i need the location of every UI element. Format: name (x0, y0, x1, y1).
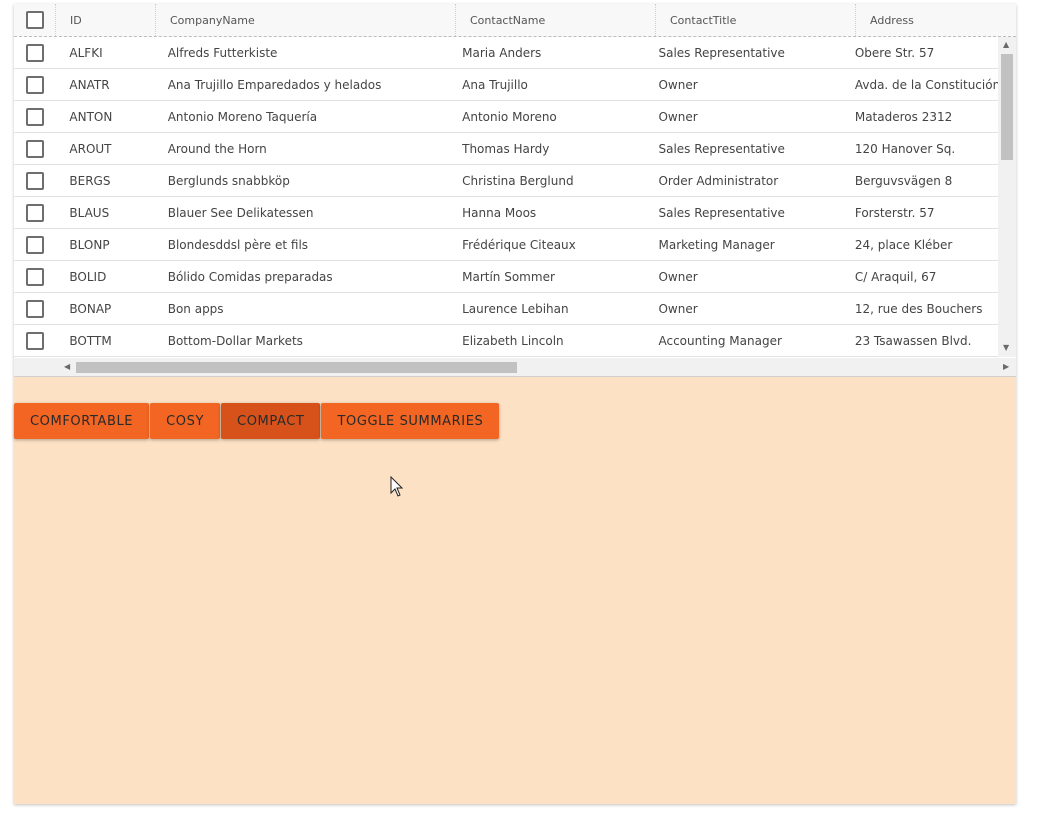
column-header-id[interactable]: ID (56, 4, 156, 36)
scroll-left-arrow-icon[interactable]: ◀ (64, 363, 70, 371)
cell-company-name[interactable]: Bon apps (154, 293, 448, 324)
cell-address[interactable]: Obere Str. 57 (841, 37, 998, 68)
row-checkbox[interactable] (26, 203, 44, 222)
cell-company-name[interactable]: Antonio Moreno Taquería (154, 101, 448, 132)
table-row[interactable]: BLONP Blondesddsl père et fils Frédériqu… (14, 229, 998, 261)
grid-header: ID CompanyName ContactName ContactTitle … (14, 4, 1016, 37)
cell-contact-title[interactable]: Sales Representative (644, 197, 840, 228)
row-checkbox[interactable] (26, 43, 44, 62)
cell-address[interactable]: 120 Hanover Sq. (841, 133, 998, 164)
cell-contact-title[interactable]: Owner (644, 101, 840, 132)
table-row[interactable]: BLAUS Blauer See Delikatessen Hanna Moos… (14, 197, 998, 229)
cell-id[interactable]: ANTON (55, 101, 153, 132)
cell-id[interactable]: BLAUS (55, 197, 153, 228)
cell-id[interactable]: ALFKI (55, 37, 153, 68)
cell-contact-name[interactable]: Thomas Hardy (448, 133, 644, 164)
cell-company-name[interactable]: Berglunds snabbköp (154, 165, 448, 196)
cell-id[interactable]: ANATR (55, 69, 153, 100)
table-row[interactable]: BERGS Berglunds snabbköp Christina Bergl… (14, 165, 998, 197)
table-row[interactable]: BOTTM Bottom-Dollar Markets Elizabeth Li… (14, 325, 998, 357)
cell-contact-name[interactable]: Elizabeth Lincoln (448, 325, 644, 356)
horizontal-scroll-thumb[interactable] (76, 362, 517, 373)
scroll-right-arrow-icon[interactable]: ▶ (1003, 363, 1009, 371)
cell-address[interactable]: 23 Tsawassen Blvd. (841, 325, 998, 356)
cell-company-name[interactable]: Ana Trujillo Emparedados y helados (154, 69, 448, 100)
select-all-checkbox[interactable] (26, 11, 44, 29)
cell-address[interactable]: C/ Araquil, 67 (841, 261, 998, 292)
grid-body: ALFKI Alfreds Futterkiste Maria Anders S… (14, 37, 998, 357)
customers-grid: ID CompanyName ContactName ContactTitle … (14, 4, 1016, 377)
cell-company-name[interactable]: Around the Horn (154, 133, 448, 164)
cell-address[interactable]: 12, rue des Bouchers (841, 293, 998, 324)
column-header-contact-title[interactable]: ContactTitle (656, 4, 856, 36)
header-select-cell (14, 4, 56, 36)
table-row[interactable]: BONAP Bon apps Laurence Lebihan Owner 12… (14, 293, 998, 325)
cell-contact-name[interactable]: Maria Anders (448, 37, 644, 68)
cell-contact-name[interactable]: Hanna Moos (448, 197, 644, 228)
cell-address[interactable]: Avda. de la Constitución (841, 69, 998, 100)
table-row[interactable]: BOLID Bólido Comidas preparadas Martín S… (14, 261, 998, 293)
row-checkbox[interactable] (26, 331, 44, 350)
table-row[interactable]: AROUT Around the Horn Thomas Hardy Sales… (14, 133, 998, 165)
row-checkbox[interactable] (26, 75, 44, 94)
column-header-contact-name[interactable]: ContactName (456, 4, 656, 36)
cell-id[interactable]: AROUT (55, 133, 153, 164)
vertical-scroll-thumb[interactable] (1001, 54, 1013, 160)
cell-company-name[interactable]: Blondesddsl père et fils (154, 229, 448, 260)
row-checkbox[interactable] (26, 107, 44, 126)
cell-address[interactable]: Berguvsvägen 8 (841, 165, 998, 196)
cell-contact-title[interactable]: Owner (644, 69, 840, 100)
cell-company-name[interactable]: Blauer See Delikatessen (154, 197, 448, 228)
row-checkbox[interactable] (26, 235, 44, 254)
cell-contact-name[interactable]: Christina Berglund (448, 165, 644, 196)
row-checkbox[interactable] (26, 171, 44, 190)
cell-address[interactable]: Forsterstr. 57 (841, 197, 998, 228)
cell-contact-title[interactable]: Accounting Manager (644, 325, 840, 356)
cell-contact-title[interactable]: Marketing Manager (644, 229, 840, 260)
vertical-scrollbar[interactable]: ▲ ▼ (998, 37, 1016, 357)
cell-id[interactable]: BOLID (55, 261, 153, 292)
cell-id[interactable]: BLONP (55, 229, 153, 260)
column-header-address[interactable]: Address (856, 4, 1016, 36)
cell-contact-name[interactable]: Frédérique Citeaux (448, 229, 644, 260)
comfortable-button[interactable]: COMFORTABLE (14, 403, 150, 439)
cell-contact-title[interactable]: Owner (644, 293, 840, 324)
cell-id[interactable]: BONAP (55, 293, 153, 324)
row-checkbox[interactable] (26, 139, 44, 158)
table-row[interactable]: ANATR Ana Trujillo Emparedados y helados… (14, 69, 998, 101)
horizontal-scrollbar[interactable]: ◀ ▶ (14, 358, 1016, 376)
cell-address[interactable]: 24, place Kléber (841, 229, 998, 260)
cell-company-name[interactable]: Bottom-Dollar Markets (154, 325, 448, 356)
cell-contact-name[interactable]: Laurence Lebihan (448, 293, 644, 324)
cell-id[interactable]: BOTTM (55, 325, 153, 356)
table-row[interactable]: ANTON Antonio Moreno Taquería Antonio Mo… (14, 101, 998, 133)
mouse-cursor-icon (390, 476, 404, 497)
cell-contact-name[interactable]: Martín Sommer (448, 261, 644, 292)
cell-company-name[interactable]: Alfreds Futterkiste (154, 37, 448, 68)
toggle-summaries-button[interactable]: TOGGLE SUMMARIES (321, 403, 500, 439)
density-button-group: COMFORTABLE COSY COMPACT TOGGLE SUMMARIE… (14, 403, 500, 439)
compact-button[interactable]: COMPACT (221, 403, 321, 439)
cell-id[interactable]: BERGS (55, 165, 153, 196)
scroll-down-arrow-icon[interactable]: ▼ (1003, 344, 1009, 352)
column-header-company-name[interactable]: CompanyName (156, 4, 456, 36)
scroll-up-arrow-icon[interactable]: ▲ (1003, 41, 1009, 49)
cell-contact-title[interactable]: Order Administrator (644, 165, 840, 196)
sample-container: ID CompanyName ContactName ContactTitle … (14, 4, 1016, 804)
cell-contact-name[interactable]: Ana Trujillo (448, 69, 644, 100)
cosy-button[interactable]: COSY (150, 403, 221, 439)
row-checkbox[interactable] (26, 299, 44, 318)
cell-contact-title[interactable]: Sales Representative (644, 37, 840, 68)
cell-company-name[interactable]: Bólido Comidas preparadas (154, 261, 448, 292)
row-checkbox[interactable] (26, 267, 44, 286)
cell-address[interactable]: Mataderos 2312 (841, 101, 998, 132)
cell-contact-name[interactable]: Antonio Moreno (448, 101, 644, 132)
table-row[interactable]: ALFKI Alfreds Futterkiste Maria Anders S… (14, 37, 998, 69)
cell-contact-title[interactable]: Sales Representative (644, 133, 840, 164)
cell-contact-title[interactable]: Owner (644, 261, 840, 292)
